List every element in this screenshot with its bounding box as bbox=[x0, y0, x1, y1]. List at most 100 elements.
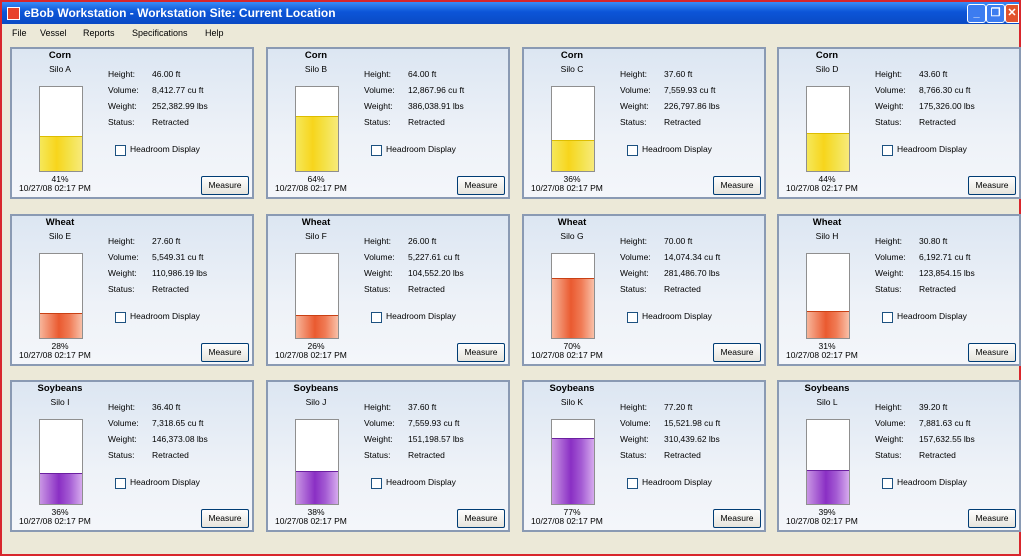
weight-label: Weight: bbox=[620, 101, 649, 111]
weight-value: 123,854.15 lbs bbox=[919, 268, 975, 278]
silo-panel-silo-h: Wheat Silo H 31% Height: 30.80 ft Volume… bbox=[777, 214, 1021, 366]
volume-value: 5,227.61 cu ft bbox=[408, 252, 460, 262]
measure-button[interactable]: Measure bbox=[457, 509, 505, 528]
silo-fill bbox=[552, 438, 594, 504]
crop-name: Wheat bbox=[301, 217, 331, 228]
silo-fill bbox=[552, 278, 594, 338]
weight-value: 104,552.20 lbs bbox=[408, 268, 464, 278]
silo-fill bbox=[40, 136, 82, 171]
measure-button[interactable]: Measure bbox=[968, 176, 1016, 195]
timestamp: 10/27/08 02:17 PM bbox=[19, 516, 91, 526]
headroom-checkbox[interactable] bbox=[627, 312, 638, 323]
silo-panel-silo-d: Corn Silo D 44% Height: 43.60 ft Volume:… bbox=[777, 47, 1021, 199]
headroom-label[interactable]: Headroom Display bbox=[386, 311, 456, 321]
headroom-checkbox[interactable] bbox=[627, 478, 638, 489]
silo-fill bbox=[552, 140, 594, 171]
timestamp: 10/27/08 02:17 PM bbox=[786, 183, 858, 193]
height-label: Height: bbox=[108, 69, 135, 79]
height-label: Height: bbox=[108, 402, 135, 412]
crop-name: Wheat bbox=[45, 217, 75, 228]
volume-label: Volume: bbox=[108, 85, 139, 95]
weight-value: 110,986.19 lbs bbox=[152, 268, 208, 278]
measure-button[interactable]: Measure bbox=[201, 343, 249, 362]
app-icon[interactable] bbox=[7, 7, 20, 20]
silo-name: Silo H bbox=[815, 231, 839, 241]
measure-button[interactable]: Measure bbox=[457, 176, 505, 195]
weight-label: Weight: bbox=[620, 434, 649, 444]
weight-value: 281,486.70 lbs bbox=[664, 268, 720, 278]
silo-fill bbox=[807, 470, 849, 504]
headroom-checkbox[interactable] bbox=[882, 145, 893, 156]
weight-label: Weight: bbox=[108, 101, 137, 111]
headroom-label[interactable]: Headroom Display bbox=[386, 477, 456, 487]
status-value: Retracted bbox=[152, 284, 189, 294]
silo-gauge bbox=[295, 86, 339, 172]
measure-button[interactable]: Measure bbox=[968, 343, 1016, 362]
weight-value: 146,373.08 lbs bbox=[152, 434, 208, 444]
headroom-checkbox[interactable] bbox=[371, 145, 382, 156]
measure-button[interactable]: Measure bbox=[713, 176, 761, 195]
menu-file[interactable]: File bbox=[12, 28, 27, 38]
headroom-label[interactable]: Headroom Display bbox=[642, 311, 712, 321]
headroom-label[interactable]: Headroom Display bbox=[897, 477, 967, 487]
measure-button[interactable]: Measure bbox=[201, 176, 249, 195]
timestamp: 10/27/08 02:17 PM bbox=[275, 183, 347, 193]
crop-name: Corn bbox=[815, 50, 839, 61]
silo-gauge bbox=[806, 86, 850, 172]
close-button[interactable]: ✕ bbox=[1005, 4, 1019, 23]
headroom-checkbox[interactable] bbox=[115, 145, 126, 156]
silo-name: Silo I bbox=[50, 397, 70, 407]
headroom-label[interactable]: Headroom Display bbox=[130, 144, 200, 154]
title-bar[interactable]: eBob Workstation - Workstation Site: Cur… bbox=[2, 2, 1019, 24]
headroom-label[interactable]: Headroom Display bbox=[130, 311, 200, 321]
headroom-label[interactable]: Headroom Display bbox=[897, 311, 967, 321]
headroom-checkbox[interactable] bbox=[371, 478, 382, 489]
status-value: Retracted bbox=[408, 117, 445, 127]
headroom-checkbox[interactable] bbox=[882, 312, 893, 323]
crop-name: Wheat bbox=[557, 217, 587, 228]
silo-fill bbox=[296, 116, 338, 171]
weight-label: Weight: bbox=[875, 101, 904, 111]
headroom-checkbox[interactable] bbox=[115, 312, 126, 323]
headroom-checkbox[interactable] bbox=[882, 478, 893, 489]
headroom-label[interactable]: Headroom Display bbox=[130, 477, 200, 487]
silo-fill bbox=[807, 133, 849, 171]
menu-vessel[interactable]: Vessel bbox=[40, 28, 67, 38]
headroom-checkbox[interactable] bbox=[627, 145, 638, 156]
headroom-checkbox[interactable] bbox=[371, 312, 382, 323]
crop-name: Soybeans bbox=[549, 383, 595, 394]
weight-label: Weight: bbox=[875, 434, 904, 444]
status-value: Retracted bbox=[919, 117, 956, 127]
silo-name: Silo A bbox=[49, 64, 71, 74]
headroom-label[interactable]: Headroom Display bbox=[642, 477, 712, 487]
measure-button[interactable]: Measure bbox=[457, 343, 505, 362]
height-value: 77.20 ft bbox=[664, 402, 693, 412]
measure-button[interactable]: Measure bbox=[201, 509, 249, 528]
menu-bar: File Vessel Reports Specifications Help bbox=[2, 24, 1019, 44]
silo-panel-silo-a: Corn Silo A 41% Height: 46.00 ft Volume:… bbox=[10, 47, 254, 199]
measure-button[interactable]: Measure bbox=[713, 343, 761, 362]
volume-label: Volume: bbox=[875, 418, 906, 428]
menu-reports[interactable]: Reports bbox=[83, 28, 115, 38]
menu-specifications[interactable]: Specifications bbox=[132, 28, 188, 38]
headroom-label[interactable]: Headroom Display bbox=[386, 144, 456, 154]
status-label: Status: bbox=[108, 284, 135, 294]
status-label: Status: bbox=[620, 284, 647, 294]
headroom-checkbox[interactable] bbox=[115, 478, 126, 489]
measure-button[interactable]: Measure bbox=[713, 509, 761, 528]
menu-help[interactable]: Help bbox=[205, 28, 224, 38]
headroom-label[interactable]: Headroom Display bbox=[897, 144, 967, 154]
silo-panel-silo-l: Soybeans Silo L 39% Height: 39.20 ft Vol… bbox=[777, 380, 1021, 532]
weight-value: 151,198.57 lbs bbox=[408, 434, 464, 444]
weight-value: 175,326.00 lbs bbox=[919, 101, 975, 111]
status-label: Status: bbox=[364, 117, 391, 127]
headroom-label[interactable]: Headroom Display bbox=[642, 144, 712, 154]
silo-gauge bbox=[551, 253, 595, 339]
weight-value: 386,038.91 lbs bbox=[408, 101, 464, 111]
weight-label: Weight: bbox=[364, 101, 393, 111]
minimize-button[interactable]: _ bbox=[967, 4, 986, 23]
status-label: Status: bbox=[108, 117, 135, 127]
height-label: Height: bbox=[108, 236, 135, 246]
measure-button[interactable]: Measure bbox=[968, 509, 1016, 528]
maximize-button[interactable]: ❐ bbox=[986, 4, 1005, 23]
